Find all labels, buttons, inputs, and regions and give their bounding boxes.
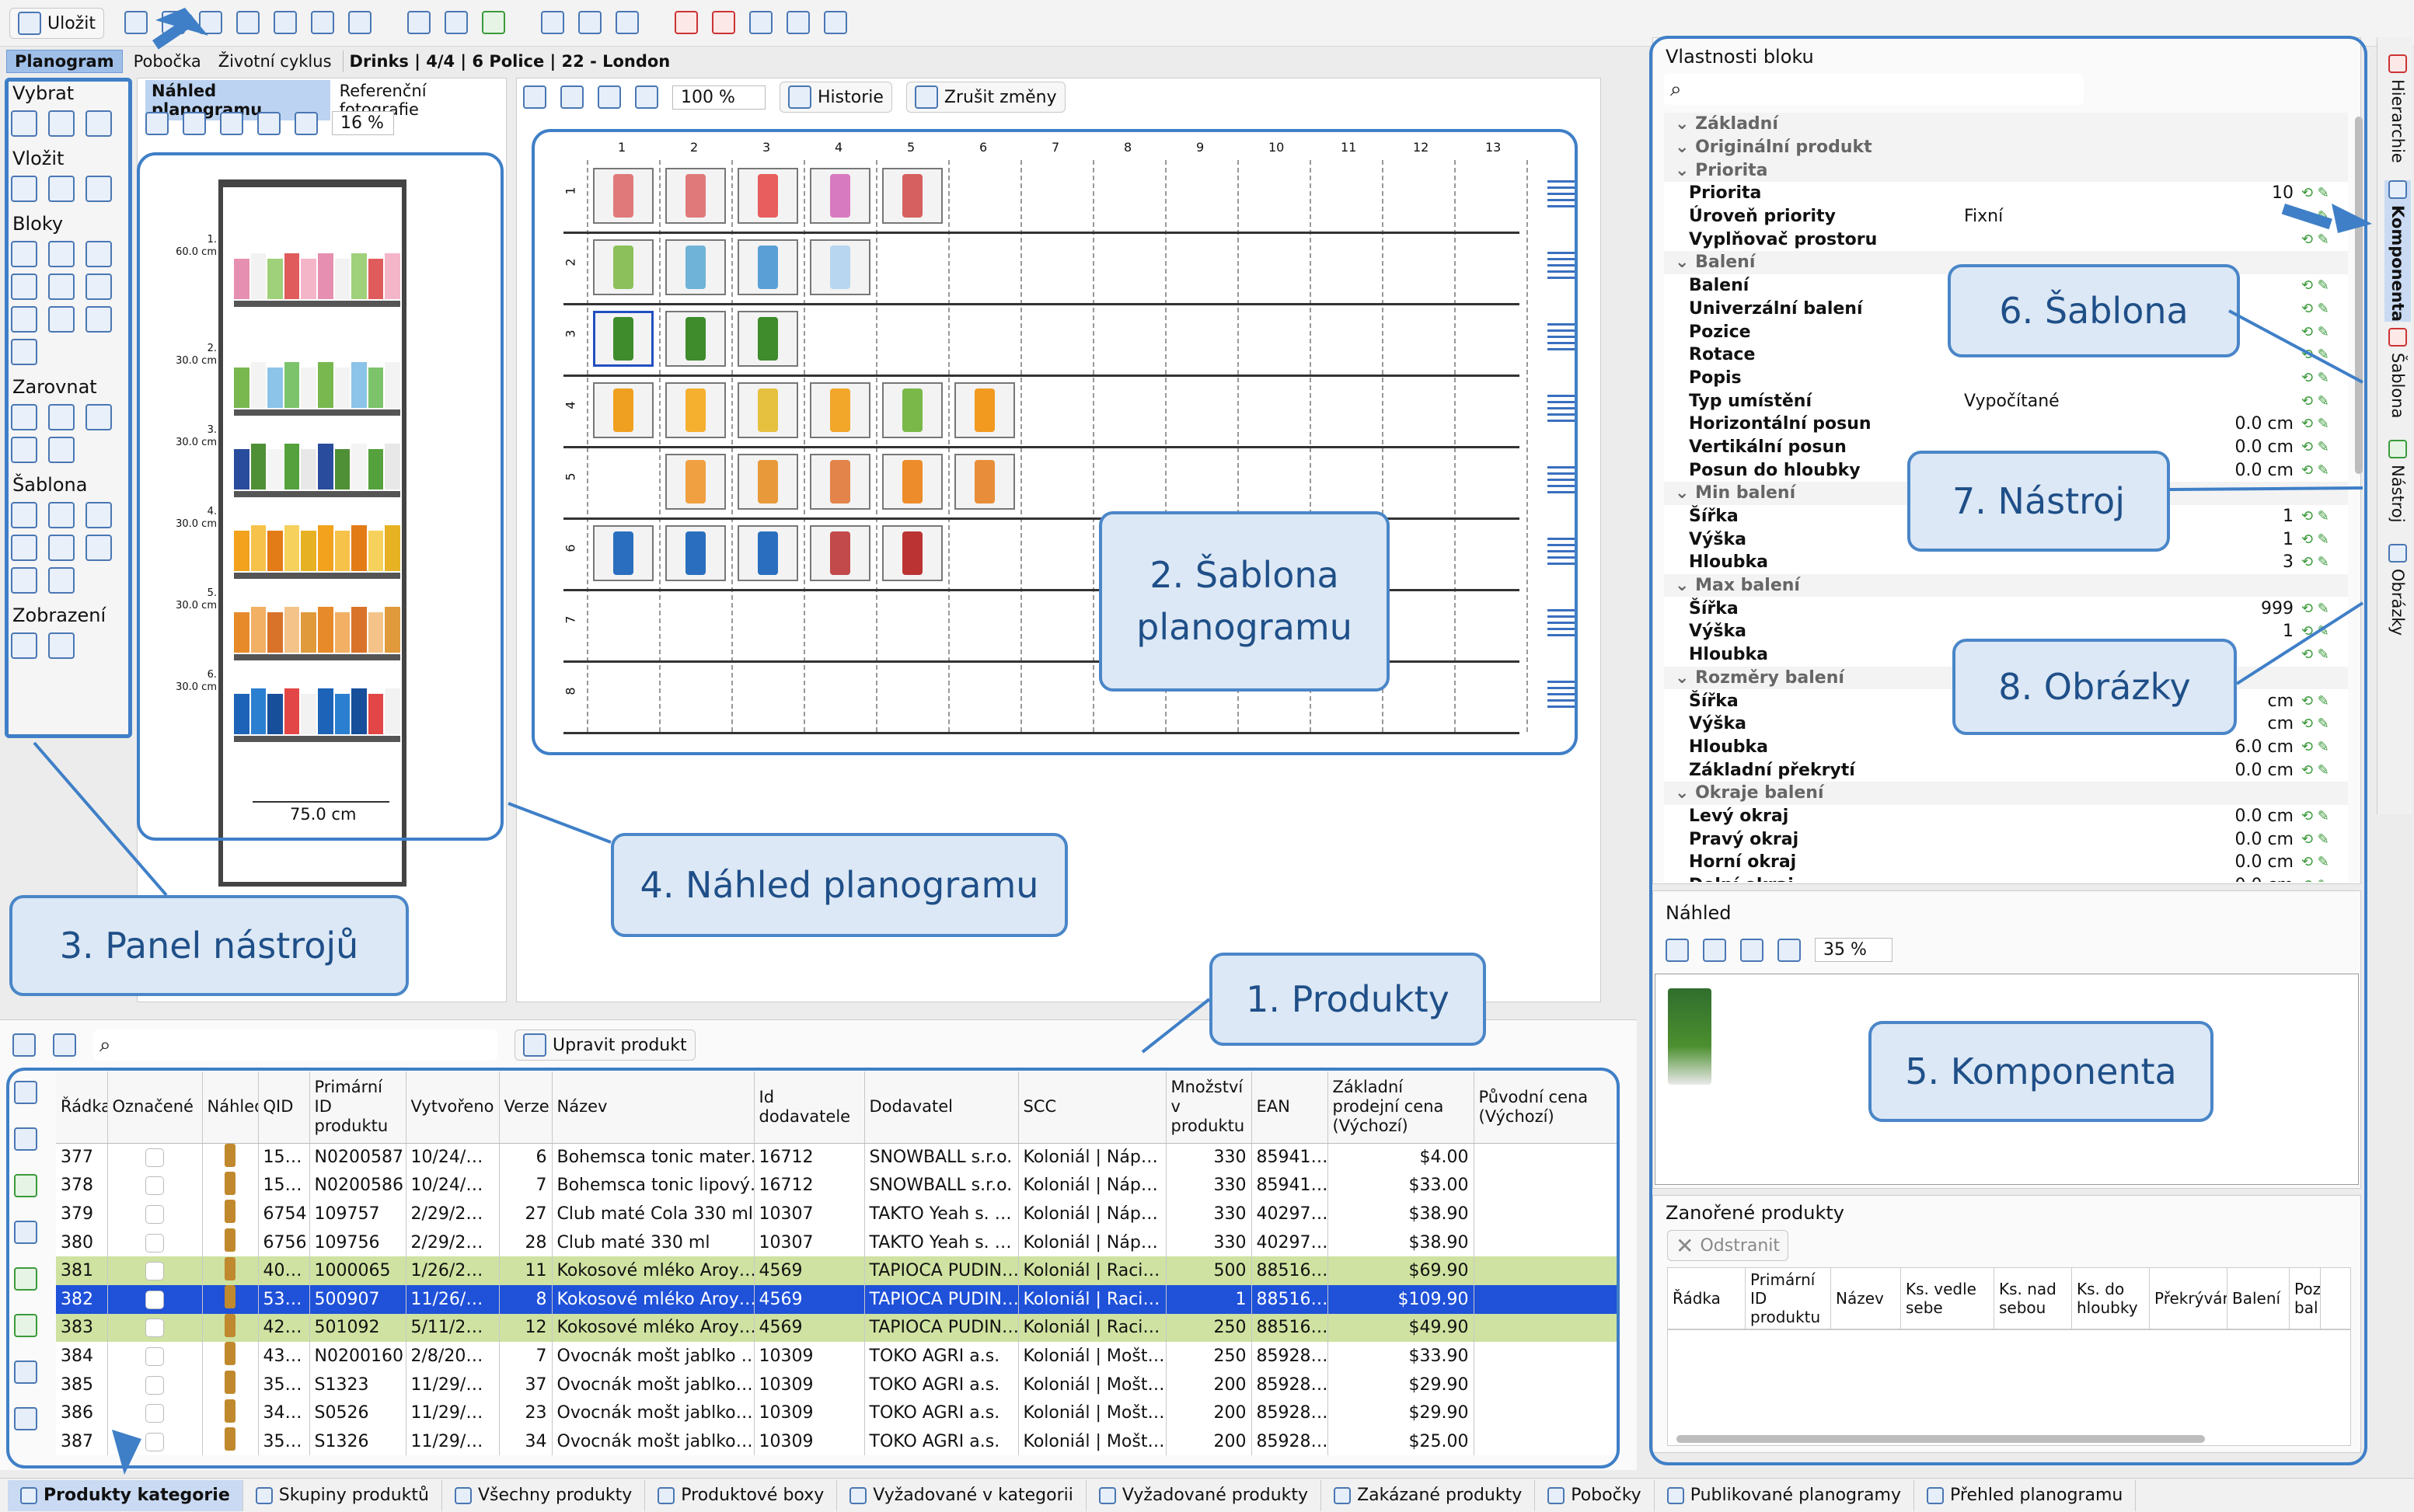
callout-connectors xyxy=(33,8,2372,1475)
